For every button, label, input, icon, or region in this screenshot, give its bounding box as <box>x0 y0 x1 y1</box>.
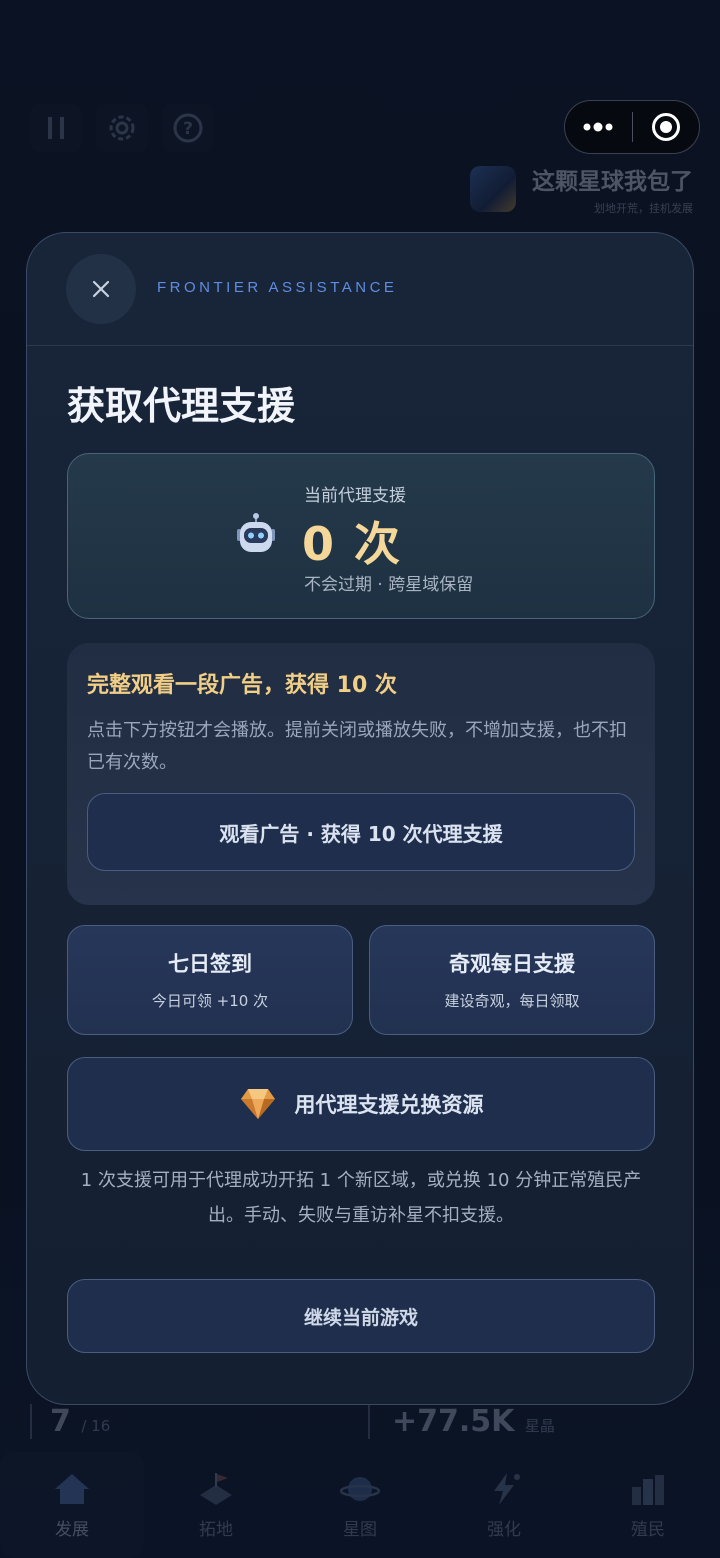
svg-text:?: ? <box>183 119 193 139</box>
flag-icon <box>200 1472 232 1505</box>
tab-expand[interactable]: 拓地 <box>144 1452 288 1558</box>
tab-colony[interactable]: 殖民 <box>576 1452 720 1558</box>
region-count-value: 7 <box>50 1404 71 1439</box>
tab-label: 发展 <box>55 1519 89 1540</box>
crystal-income-value: +77.5K <box>392 1404 515 1439</box>
ad-reward-card: 完整观看一段广告，获得 10 次 点击下方按钮才会播放。提前关闭或播放失败，不增… <box>67 643 655 905</box>
checkin-subtitle: 今日可领 +10 次 <box>151 992 269 1010</box>
target-icon <box>651 113 680 141</box>
close-icon <box>92 280 110 298</box>
settings-icon <box>96 104 148 152</box>
counter-subtitle: 不会过期 · 跨星域保留 <box>304 575 474 595</box>
support-footnote: 1 次支援可用于代理成功开拓 1 个新区域，或兑换 10 分钟正常殖民产出。手动… <box>80 1170 642 1226</box>
watch-ad-button[interactable]: 观看广告 · 获得 10 次代理支援 <box>87 793 635 871</box>
gem-icon <box>240 1089 275 1119</box>
close-button[interactable] <box>66 254 136 324</box>
tab-enhance[interactable]: 强化 <box>432 1452 576 1558</box>
region-count: 7 / 16 <box>30 1404 110 1439</box>
support-modal: FRONTIER ASSISTANCE 获取代理支援 当前代理支援 0 次 不会… <box>26 232 694 1405</box>
crystal-unit: 星晶 <box>524 1417 555 1435</box>
modal-eyebrow: FRONTIER ASSISTANCE <box>157 279 398 296</box>
wonder-subtitle: 建设奇观，每日领取 <box>444 992 580 1010</box>
resource-stats: 7 / 16 +77.5K 星晶 <box>30 1404 690 1444</box>
lightning-icon <box>494 1472 520 1505</box>
exit-button[interactable] <box>633 101 700 153</box>
modal-title: 获取代理支援 <box>67 384 296 428</box>
tab-label: 拓地 <box>199 1519 233 1540</box>
modal-header: FRONTIER ASSISTANCE <box>27 233 693 346</box>
tab-label: 强化 <box>487 1519 521 1540</box>
counter-label: 当前代理支援 <box>304 486 406 506</box>
tab-label: 殖民 <box>631 1519 665 1540</box>
pause-icon <box>30 104 82 152</box>
help-icon: ? <box>162 104 214 152</box>
tab-label: 星图 <box>343 1519 377 1540</box>
game-brand: 这颗星球我包了 划地开荒，挂机发展 <box>470 162 693 216</box>
wonder-support-button[interactable]: 奇观每日支援 建设奇观，每日领取 <box>369 925 655 1035</box>
planet-icon <box>340 1476 380 1501</box>
game-toolbar: ? <box>30 104 214 152</box>
ad-description: 点击下方按钮才会播放。提前关闭或播放失败，不增加支援，也不扣已有次数。 <box>87 720 627 773</box>
exchange-label: 用代理支援兑换资源 <box>294 1093 484 1117</box>
brand-title: 这颗星球我包了 <box>532 169 693 195</box>
exchange-resources-button[interactable]: 用代理支援兑换资源 <box>67 1057 655 1151</box>
more-button[interactable] <box>565 101 632 153</box>
bottom-tabbar: 发展 拓地 星图 强化 殖民 <box>0 1452 720 1558</box>
region-count-total: / 16 <box>81 1417 111 1435</box>
more-dots-icon <box>583 122 613 132</box>
tab-starmap[interactable]: 星图 <box>288 1452 432 1558</box>
home-icon <box>55 1473 89 1504</box>
ad-title: 完整观看一段广告，获得 10 次 <box>87 673 397 698</box>
crystal-income: +77.5K 星晶 <box>368 1404 555 1439</box>
support-counter-card: 当前代理支援 0 次 不会过期 · 跨星域保留 <box>67 453 655 619</box>
counter-value: 0 次 <box>302 517 403 571</box>
game-logo <box>470 166 516 212</box>
robot-icon <box>237 513 275 552</box>
continue-game-button[interactable]: 继续当前游戏 <box>67 1279 655 1353</box>
tab-develop[interactable]: 发展 <box>0 1452 144 1558</box>
checkin-title: 七日签到 <box>168 952 252 976</box>
wonder-title: 奇观每日支援 <box>449 952 575 976</box>
city-icon <box>632 1474 664 1505</box>
daily-checkin-button[interactable]: 七日签到 今日可领 +10 次 <box>67 925 353 1035</box>
brand-subtitle: 划地开荒，挂机发展 <box>594 202 693 215</box>
miniprogram-capsule <box>564 100 700 154</box>
